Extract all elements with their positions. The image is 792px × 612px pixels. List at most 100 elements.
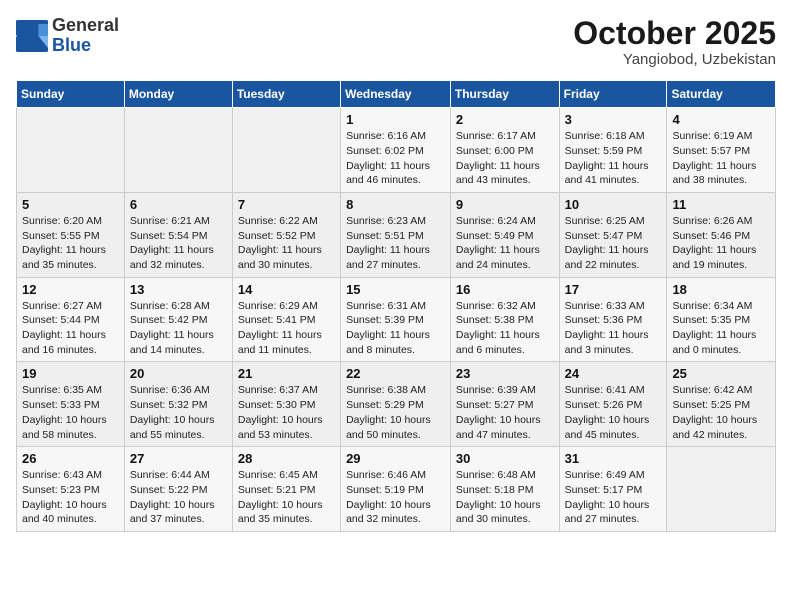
day-detail: Sunrise: 6:19 AMSunset: 5:57 PMDaylight:… <box>672 129 770 188</box>
calendar-cell: 13 Sunrise: 6:28 AMSunset: 5:42 PMDayligh… <box>124 277 232 362</box>
day-number: 7 <box>238 197 335 212</box>
calendar-week-5: 26 Sunrise: 6:43 AMSunset: 5:23 PMDayligh… <box>17 447 776 532</box>
calendar-cell: 27 Sunrise: 6:44 AMSunset: 5:22 PMDayligh… <box>124 447 232 532</box>
day-number: 4 <box>672 112 770 127</box>
day-number: 24 <box>565 366 662 381</box>
day-detail: Sunrise: 6:20 AMSunset: 5:55 PMDaylight:… <box>22 214 119 273</box>
day-number: 1 <box>346 112 445 127</box>
calendar-cell: 23 Sunrise: 6:39 AMSunset: 5:27 PMDayligh… <box>450 362 559 447</box>
day-detail: Sunrise: 6:21 AMSunset: 5:54 PMDaylight:… <box>130 214 227 273</box>
calendar-cell <box>232 108 340 193</box>
calendar-cell: 29Sunrise: 6:46 AMSunset: 5:19 PMDayligh… <box>341 447 451 532</box>
calendar-cell: 19 Sunrise: 6:35 AMSunset: 5:33 PMDayligh… <box>17 362 125 447</box>
day-number: 15 <box>346 282 445 297</box>
weekday-header-row: SundayMondayTuesdayWednesdayThursdayFrid… <box>17 81 776 108</box>
day-detail: Sunrise: 6:28 AMSunset: 5:42 PMDaylight:… <box>130 299 227 358</box>
day-number: 13 <box>130 282 227 297</box>
day-number: 31 <box>565 451 662 466</box>
calendar-cell: 6 Sunrise: 6:21 AMSunset: 5:54 PMDaylight… <box>124 192 232 277</box>
calendar-table: SundayMondayTuesdayWednesdayThursdayFrid… <box>16 80 776 532</box>
calendar-week-1: 1Sunrise: 6:16 AMSunset: 6:02 PMDaylight… <box>17 108 776 193</box>
page-header: General Blue October 2025 Yangiobod, Uzb… <box>16 16 776 68</box>
calendar-week-3: 12Sunrise: 6:27 AMSunset: 5:44 PMDayligh… <box>17 277 776 362</box>
calendar-cell: 8Sunrise: 6:23 AMSunset: 5:51 PMDaylight… <box>341 192 451 277</box>
day-detail: Sunrise: 6:37 AMSunset: 5:30 PMDaylight:… <box>238 383 335 442</box>
day-detail: Sunrise: 6:48 AMSunset: 5:18 PMDaylight:… <box>456 468 554 527</box>
day-number: 22 <box>346 366 445 381</box>
weekday-header-saturday: Saturday <box>667 81 776 108</box>
day-number: 11 <box>672 197 770 212</box>
title-block: October 2025 Yangiobod, Uzbekistan <box>573 16 776 68</box>
day-detail: Sunrise: 6:18 AMSunset: 5:59 PMDaylight:… <box>565 129 662 188</box>
day-detail: Sunrise: 6:49 AMSunset: 5:17 PMDaylight:… <box>565 468 662 527</box>
calendar-cell: 5 Sunrise: 6:20 AMSunset: 5:55 PMDaylight… <box>17 192 125 277</box>
logo-text: General Blue <box>52 16 119 56</box>
day-detail: Sunrise: 6:24 AMSunset: 5:49 PMDaylight:… <box>456 214 554 273</box>
day-detail: Sunrise: 6:39 AMSunset: 5:27 PMDaylight:… <box>456 383 554 442</box>
logo: General Blue <box>16 16 119 56</box>
day-number: 14 <box>238 282 335 297</box>
day-number: 3 <box>565 112 662 127</box>
day-detail: Sunrise: 6:34 AMSunset: 5:35 PMDaylight:… <box>672 299 770 358</box>
weekday-header-monday: Monday <box>124 81 232 108</box>
calendar-cell: 9 Sunrise: 6:24 AMSunset: 5:49 PMDaylight… <box>450 192 559 277</box>
day-detail: Sunrise: 6:42 AMSunset: 5:25 PMDaylight:… <box>672 383 770 442</box>
calendar-cell: 26 Sunrise: 6:43 AMSunset: 5:23 PMDayligh… <box>17 447 125 532</box>
calendar-cell: 2 Sunrise: 6:17 AMSunset: 6:00 PMDaylight… <box>450 108 559 193</box>
day-detail: Sunrise: 6:17 AMSunset: 6:00 PMDaylight:… <box>456 129 554 188</box>
calendar-cell: 15 Sunrise: 6:31 AMSunset: 5:39 PMDayligh… <box>341 277 451 362</box>
day-number: 6 <box>130 197 227 212</box>
weekday-header-sunday: Sunday <box>17 81 125 108</box>
day-detail: Sunrise: 6:35 AMSunset: 5:33 PMDaylight:… <box>22 383 119 442</box>
day-detail: Sunrise: 6:45 AMSunset: 5:21 PMDaylight:… <box>238 468 335 527</box>
day-number: 5 <box>22 197 119 212</box>
day-number: 12 <box>22 282 119 297</box>
day-number: 25 <box>672 366 770 381</box>
day-detail: Sunrise: 6:41 AMSunset: 5:26 PMDaylight:… <box>565 383 662 442</box>
calendar-cell: 4 Sunrise: 6:19 AMSunset: 5:57 PMDaylight… <box>667 108 776 193</box>
day-number: 20 <box>130 366 227 381</box>
day-number: 19 <box>22 366 119 381</box>
calendar-cell: 25 Sunrise: 6:42 AMSunset: 5:25 PMDayligh… <box>667 362 776 447</box>
day-number: 10 <box>565 197 662 212</box>
calendar-cell: 11Sunrise: 6:26 AMSunset: 5:46 PMDayligh… <box>667 192 776 277</box>
day-detail: Sunrise: 6:43 AMSunset: 5:23 PMDaylight:… <box>22 468 119 527</box>
day-detail: Sunrise: 6:22 AMSunset: 5:52 PMDaylight:… <box>238 214 335 273</box>
location: Yangiobod, Uzbekistan <box>573 51 776 68</box>
day-number: 18 <box>672 282 770 297</box>
day-number: 9 <box>456 197 554 212</box>
weekday-header-thursday: Thursday <box>450 81 559 108</box>
day-number: 23 <box>456 366 554 381</box>
calendar-cell: 18 Sunrise: 6:34 AMSunset: 5:35 PMDayligh… <box>667 277 776 362</box>
day-detail: Sunrise: 6:44 AMSunset: 5:22 PMDaylight:… <box>130 468 227 527</box>
day-number: 2 <box>456 112 554 127</box>
weekday-header-friday: Friday <box>559 81 667 108</box>
calendar-week-2: 5 Sunrise: 6:20 AMSunset: 5:55 PMDaylight… <box>17 192 776 277</box>
day-detail: Sunrise: 6:46 AMSunset: 5:19 PMDaylight:… <box>346 468 445 527</box>
calendar-cell: 21Sunrise: 6:37 AMSunset: 5:30 PMDayligh… <box>232 362 340 447</box>
logo-icon <box>16 20 48 52</box>
day-detail: Sunrise: 6:33 AMSunset: 5:36 PMDaylight:… <box>565 299 662 358</box>
day-detail: Sunrise: 6:31 AMSunset: 5:39 PMDaylight:… <box>346 299 445 358</box>
month-title: October 2025 <box>573 16 776 51</box>
calendar-cell: 20 Sunrise: 6:36 AMSunset: 5:32 PMDayligh… <box>124 362 232 447</box>
day-detail: Sunrise: 6:36 AMSunset: 5:32 PMDaylight:… <box>130 383 227 442</box>
logo-blue: Blue <box>52 36 119 56</box>
day-number: 16 <box>456 282 554 297</box>
logo-general: General <box>52 16 119 36</box>
calendar-cell: 3 Sunrise: 6:18 AMSunset: 5:59 PMDaylight… <box>559 108 667 193</box>
calendar-cell: 12Sunrise: 6:27 AMSunset: 5:44 PMDayligh… <box>17 277 125 362</box>
day-detail: Sunrise: 6:29 AMSunset: 5:41 PMDaylight:… <box>238 299 335 358</box>
weekday-header-tuesday: Tuesday <box>232 81 340 108</box>
day-number: 27 <box>130 451 227 466</box>
calendar-cell: 10Sunrise: 6:25 AMSunset: 5:47 PMDayligh… <box>559 192 667 277</box>
day-number: 30 <box>456 451 554 466</box>
day-number: 28 <box>238 451 335 466</box>
calendar-cell: 24 Sunrise: 6:41 AMSunset: 5:26 PMDayligh… <box>559 362 667 447</box>
day-number: 26 <box>22 451 119 466</box>
calendar-week-4: 19 Sunrise: 6:35 AMSunset: 5:33 PMDayligh… <box>17 362 776 447</box>
day-detail: Sunrise: 6:32 AMSunset: 5:38 PMDaylight:… <box>456 299 554 358</box>
day-detail: Sunrise: 6:38 AMSunset: 5:29 PMDaylight:… <box>346 383 445 442</box>
day-number: 17 <box>565 282 662 297</box>
calendar-body: 1Sunrise: 6:16 AMSunset: 6:02 PMDaylight… <box>17 108 776 532</box>
